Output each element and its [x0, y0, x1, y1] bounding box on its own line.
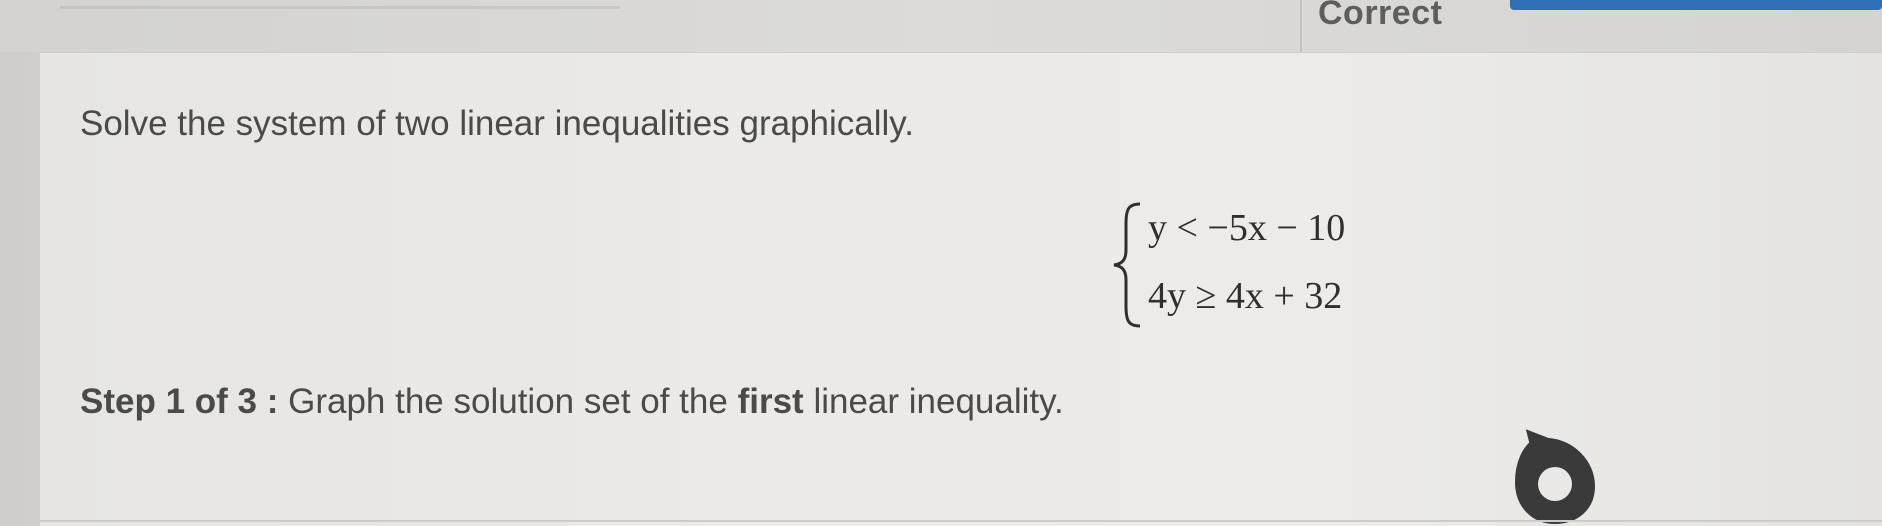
inequality-1: y < −5x − 10 — [1148, 207, 1346, 249]
step-instruction: Step 1 of 3 : Graph the solution set of … — [80, 382, 1064, 422]
cropped-header-text — [60, 0, 620, 9]
step-label: Step 1 of 3 : — [80, 382, 279, 421]
left-brace-icon — [1113, 202, 1141, 328]
step-emphasis: first — [737, 382, 804, 421]
question-prompt: Solve the system of two linear inequalit… — [80, 104, 914, 143]
top-bar: Correct — [0, 0, 1882, 52]
panel-bottom-border — [40, 520, 1882, 522]
screen: Correct Solve the system of two linear i… — [0, 0, 1882, 526]
progress-bar — [1510, 0, 1882, 10]
step-text-after: linear inequality. — [813, 382, 1064, 421]
step-text-before: Graph the solution set of the — [288, 382, 728, 421]
inequality-system: y < −5x − 10 4y ≥ 4x + 32 — [1110, 200, 1440, 330]
header-divider — [1300, 0, 1302, 52]
pointer-cursor-icon — [1510, 422, 1600, 526]
status-correct-label: Correct — [1318, 0, 1443, 32]
inequality-2: 4y ≥ 4x + 32 — [1148, 275, 1343, 317]
